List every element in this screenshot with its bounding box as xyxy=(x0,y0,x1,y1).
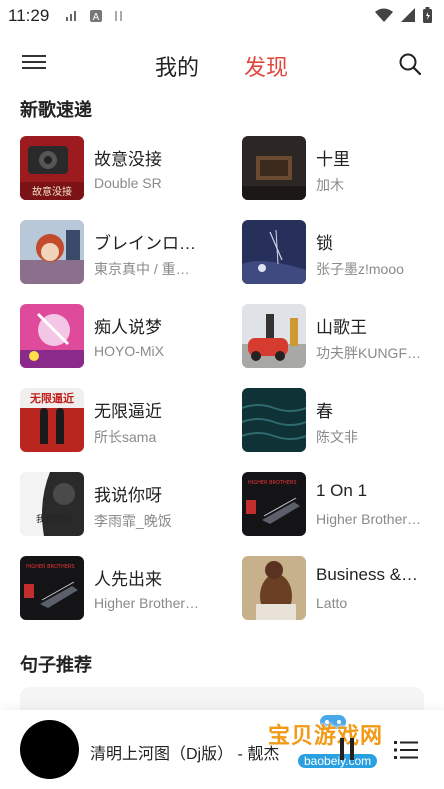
wifi-icon xyxy=(375,8,393,22)
song-item[interactable]: 我说你呀 我说你呀 李雨霏_晚饭 xyxy=(20,472,220,536)
album-cover: HIGHER BROTHERS xyxy=(242,472,306,536)
song-item[interactable]: 十里 加木 xyxy=(242,136,442,200)
song-title: 锁 xyxy=(316,234,333,253)
font-a-icon: A xyxy=(90,10,102,22)
album-cover xyxy=(20,220,84,284)
song-title: 1 On 1 xyxy=(316,481,368,500)
song-title: 故意没接 xyxy=(94,150,162,169)
song-artist: 加木 xyxy=(316,177,344,193)
tab-discover[interactable]: 发现 xyxy=(244,50,288,82)
album-cover: HIGHER BROTHERS xyxy=(20,556,84,620)
song-item[interactable]: 锁 张子墨z!mooo xyxy=(242,220,442,284)
song-item[interactable]: HIGHER BROTHERS 1 On 1 Higher Brother… xyxy=(242,472,442,536)
album-cover xyxy=(242,556,306,620)
song-title: 无限逼近 xyxy=(94,402,162,421)
song-artist: Double SR xyxy=(94,175,162,191)
song-artist: 東京真中 / 重… xyxy=(94,261,190,277)
pause-status-icon xyxy=(115,11,122,21)
song-artist: 李雨霏_晚饭 xyxy=(94,513,172,529)
player-song-title: 清明上河图（Dj版） - 靓杰 xyxy=(90,746,280,763)
song-title: ブレインロ… xyxy=(94,234,196,253)
song-artist: HOYO-MiX xyxy=(94,343,164,359)
watermark-text: 宝贝游戏网 xyxy=(268,723,384,748)
album-cover xyxy=(242,388,306,452)
search-icon[interactable] xyxy=(398,52,422,76)
cover-text: HIGHER BROTHERS xyxy=(248,480,297,486)
album-cover: 无限逼近 xyxy=(20,388,84,452)
album-cover xyxy=(242,136,306,200)
album-cover: 我说你呀 xyxy=(20,472,84,536)
song-artist: Higher Brother… xyxy=(316,511,422,527)
song-title: Business &… xyxy=(316,565,419,584)
song-title: 十里 xyxy=(316,150,350,169)
song-title: 我说你呀 xyxy=(94,486,162,505)
status-bar: 11:29 A xyxy=(0,0,444,32)
song-item[interactable]: 痴人说梦 HOYO-MiX xyxy=(20,304,220,368)
watermark-url: baobeiy.com xyxy=(298,754,378,768)
song-title: 春 xyxy=(316,402,333,421)
song-item[interactable]: 故意没接 故意没接 Double SR xyxy=(20,136,220,200)
cell-signal-icon xyxy=(401,8,415,22)
hamburger-icon[interactable] xyxy=(22,53,48,75)
section-title-sentences: 句子推荐 xyxy=(20,655,92,675)
player-album-disc[interactable] xyxy=(20,720,79,779)
battery-icon xyxy=(423,7,432,23)
song-artist: Latto xyxy=(316,595,348,611)
cover-text: 故意没接 xyxy=(32,185,72,198)
song-artist: 功夫胖KUNGF… xyxy=(316,345,421,361)
album-cover xyxy=(242,304,306,368)
song-artist: Higher Brother… xyxy=(94,595,200,611)
pause-icon[interactable] xyxy=(340,738,354,760)
section-title-new-songs: 新歌速递 xyxy=(20,100,92,120)
song-item[interactable]: ブレインロ… 東京真中 / 重… xyxy=(20,220,220,284)
song-item[interactable]: 无限逼近 无限逼近 所长sama xyxy=(20,388,220,452)
mini-player[interactable]: 清明上河图（Dj版） - 靓杰 宝贝游戏网 baobeiy.com xyxy=(0,710,444,789)
album-cover xyxy=(20,304,84,368)
song-item[interactable]: 山歌王 功夫胖KUNGF… xyxy=(242,304,442,368)
song-item[interactable]: 春 陈文非 xyxy=(242,388,442,452)
cover-text: 无限逼近 xyxy=(29,391,74,405)
song-title: 山歌王 xyxy=(316,318,367,337)
svg-text:A: A xyxy=(93,12,100,22)
signal-bars-icon xyxy=(66,11,76,21)
song-artist: 所长sama xyxy=(94,429,157,445)
album-cover: 故意没接 xyxy=(20,136,84,200)
top-nav: 我的 发现 xyxy=(0,40,444,90)
song-title: 人先出来 xyxy=(94,570,162,589)
album-cover xyxy=(242,220,306,284)
song-artist: 张子墨z!mooo xyxy=(316,261,404,277)
tab-mine[interactable]: 我的 xyxy=(155,50,199,82)
playlist-icon[interactable] xyxy=(394,740,418,760)
song-item[interactable]: HIGHER BROTHERS 人先出来 Higher Brother… xyxy=(20,556,220,620)
status-time: 11:29 xyxy=(8,6,50,25)
song-title: 痴人说梦 xyxy=(94,318,162,337)
cover-text: 我说你呀 xyxy=(36,513,72,525)
song-item[interactable]: Business &… Latto xyxy=(242,556,442,620)
song-artist: 陈文非 xyxy=(316,429,358,445)
cover-text: HIGHER BROTHERS xyxy=(26,564,75,570)
